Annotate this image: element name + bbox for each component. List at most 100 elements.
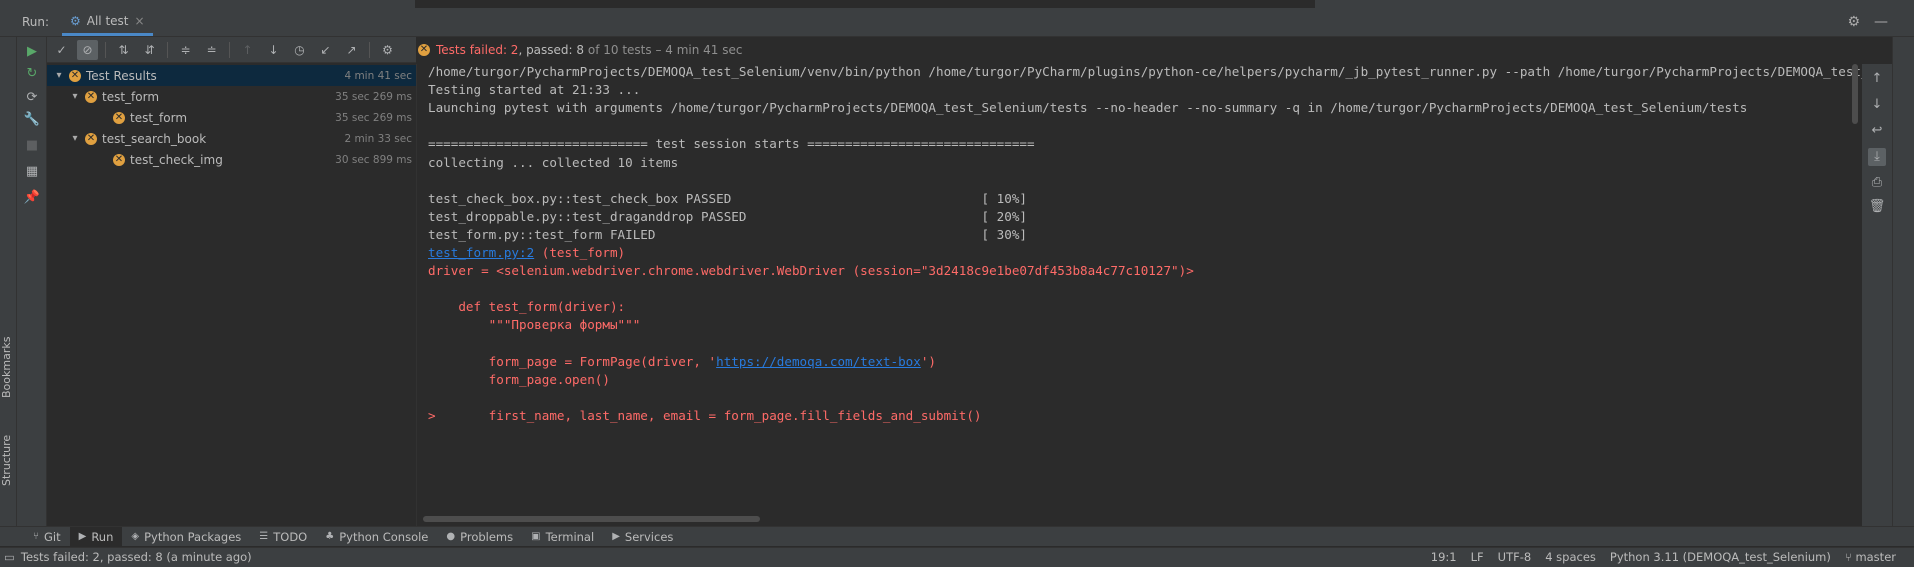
wrench-icon[interactable]: 🔧 <box>23 111 41 129</box>
branch-icon: ⑂ <box>1844 550 1852 564</box>
console-line: test_form.py:2 (test_form) <box>428 245 625 260</box>
code-prefix: form_page = FormPage(driver, ' <box>428 353 717 369</box>
show-ignored-icon[interactable]: ⊘ <box>77 39 98 60</box>
python-interpreter[interactable]: Python 3.11 (DEMOQA_test_Selenium) <box>1610 550 1831 564</box>
sort-duration-icon[interactable]: ⇵ <box>139 40 160 60</box>
settings-icon[interactable]: ⚙ <box>377 40 398 60</box>
source-link-suffix: (test_form) <box>534 245 626 260</box>
status-message[interactable]: Tests failed: 2, passed: 8 (a minute ago… <box>21 550 252 564</box>
vertical-scrollbar[interactable] <box>1852 64 1858 124</box>
tree-node-label: test_form <box>102 89 160 104</box>
tree-node-duration: 4 min 41 sec <box>344 69 412 82</box>
git-icon: ⑂ <box>33 531 39 542</box>
tool-window-run[interactable]: ▶ Run <box>69 526 123 547</box>
scroll-up-icon[interactable]: ↑ <box>1868 70 1886 88</box>
services-icon: ▶ <box>612 531 620 542</box>
test-failed-icon: ✕ <box>85 132 97 145</box>
python-packages-icon: ◈ <box>131 531 140 542</box>
sort-alpha-icon[interactable]: ⇅ <box>113 40 134 60</box>
scroll-to-end-icon[interactable]: ⤓ <box>1868 148 1886 166</box>
console-line: Testing started at 21:33 ... <box>428 82 641 98</box>
console-output[interactable]: /home/turgor/PycharmProjects/DEMOQA_test… <box>417 64 1862 519</box>
tree-node[interactable]: ✕ test_check_img 30 sec 899 ms <box>47 149 416 170</box>
console-line: form_page = FormPage(driver, 'https://de… <box>428 354 936 369</box>
tool-window-python-packages[interactable]: ◈ Python Packages <box>122 527 250 547</box>
tree-node[interactable]: ▾ ✕ Test Results 4 min 41 sec <box>47 65 416 86</box>
print-icon[interactable]: ⎙ <box>1868 174 1886 192</box>
show-passed-icon[interactable]: ✓ <box>51 40 72 60</box>
chevron-down-icon[interactable]: ▾ <box>53 70 65 81</box>
tree-node[interactable]: ▾ ✕ test_search_book 2 min 33 sec <box>47 128 416 149</box>
tab-all-test[interactable]: ⚙ All test × <box>62 8 153 36</box>
console-line: driver = <selenium.webdriver.chrome.webd… <box>428 263 1194 279</box>
summary-passed: , passed: 8 <box>518 43 585 57</box>
pin-icon[interactable]: 📌 <box>23 189 41 207</box>
soft-wrap-icon[interactable]: ↩ <box>1868 122 1886 140</box>
rerun-icon[interactable]: ▶ <box>23 43 41 61</box>
console-line: > first_name, last_name, email = form_pa… <box>428 407 982 423</box>
tree-node-duration: 30 sec 899 ms <box>335 153 412 166</box>
minimize-icon[interactable]: — <box>1874 14 1888 30</box>
chevron-down-icon[interactable]: ▾ <box>69 91 81 102</box>
fail-icon: ✕ <box>418 44 430 56</box>
stop-icon[interactable]: ■ <box>23 137 41 155</box>
console-line: collecting ... collected 10 items <box>428 154 679 170</box>
branch-name: master <box>1855 550 1896 564</box>
todo-icon: ☰ <box>259 531 269 542</box>
tool-window-git[interactable]: ⑂ Git <box>24 527 70 547</box>
tool-window-todo[interactable]: ☰ TODO <box>250 527 316 547</box>
left-tool-stripe: Bookmarks Structure <box>0 37 17 526</box>
next-failed-icon[interactable]: ↓ <box>263 40 284 60</box>
run-toolbar: ▶ ↻ ⟳ 🔧 ■ ▦ 📌 <box>17 37 47 526</box>
export-tests-icon[interactable]: ↗ <box>341 40 362 60</box>
test-tree-toolbar: ✓ ⊘ ⇅ ⇵ ≑ ≐ ↑ ↓ ◷ ↙ ↗ ⚙ <box>47 37 416 63</box>
toggle-auto-test-icon[interactable]: ⟳ <box>23 89 41 107</box>
summary-failed: Tests failed: 2 <box>436 43 519 57</box>
run-label: Run: <box>22 15 50 29</box>
tool-window-problems[interactable]: ● Problems <box>437 527 522 547</box>
close-icon[interactable]: × <box>135 14 145 28</box>
expand-all-icon[interactable]: ≑ <box>175 40 196 60</box>
tool-window-label: Python Console <box>339 529 429 544</box>
status-toggle-icon[interactable]: ▭ <box>4 550 15 564</box>
rerun-failed-icon[interactable]: ↻ <box>23 65 41 83</box>
tab-title: All test <box>86 13 129 28</box>
collapse-all-icon[interactable]: ≐ <box>201 40 222 60</box>
tool-window-label: Python Packages <box>144 529 242 544</box>
prev-failed-icon[interactable]: ↑ <box>237 40 258 60</box>
gear-icon[interactable]: ⚙ <box>1847 14 1860 30</box>
tool-window-label: Services <box>624 529 674 544</box>
tree-node-label: test_check_img <box>130 152 223 167</box>
scroll-down-icon[interactable]: ↓ <box>1868 96 1886 114</box>
tree-node[interactable]: ✕ test_form 35 sec 269 ms <box>47 107 416 128</box>
url-link[interactable]: https://demoqa.com/text-box <box>716 354 921 369</box>
horizontal-scrollbar[interactable] <box>423 516 760 522</box>
tool-window-python-console[interactable]: ♣ Python Console <box>316 527 437 547</box>
test-failed-icon: ✕ <box>69 69 81 82</box>
git-branch[interactable]: ⑂ master <box>1845 550 1896 564</box>
test-failed-icon: ✕ <box>113 111 125 124</box>
file-encoding[interactable]: UTF-8 <box>1498 550 1532 564</box>
tree-node-label: Test Results <box>86 68 157 83</box>
console-line: test_check_box.py::test_check_box PASSED… <box>428 190 1027 206</box>
line-separator[interactable]: LF <box>1471 550 1484 564</box>
tree-node-duration: 2 min 33 sec <box>344 132 412 145</box>
tool-window-services[interactable]: ▶ Services <box>603 527 682 547</box>
summary-rest: of 10 tests – 4 min 41 sec <box>584 43 743 57</box>
layout-icon[interactable]: ▦ <box>23 163 41 181</box>
console-toolbar: ↑ ↓ ↩ ⤓ ⎙ 🗑 <box>1862 64 1892 526</box>
bookmarks-tab[interactable]: Bookmarks <box>0 322 14 412</box>
chevron-down-icon[interactable]: ▾ <box>69 133 81 144</box>
trash-icon[interactable]: 🗑 <box>1868 198 1886 216</box>
import-tests-icon[interactable]: ↙ <box>315 40 336 60</box>
caret-position[interactable]: 19:1 <box>1431 550 1457 564</box>
source-link[interactable]: test_form.py:2 <box>428 245 534 260</box>
tree-node[interactable]: ▾ ✕ test_form 35 sec 269 ms <box>47 86 416 107</box>
indent-setting[interactable]: 4 spaces <box>1545 550 1596 564</box>
python-console-icon: ♣ <box>325 531 335 542</box>
console-line: """Проверка формы""" <box>428 317 641 333</box>
structure-tab[interactable]: Structure <box>0 425 14 495</box>
console-line: test_droppable.py::test_draganddrop PASS… <box>428 208 1027 224</box>
tool-window-terminal[interactable]: ▣ Terminal <box>522 527 603 547</box>
test-history-icon[interactable]: ◷ <box>289 40 310 60</box>
